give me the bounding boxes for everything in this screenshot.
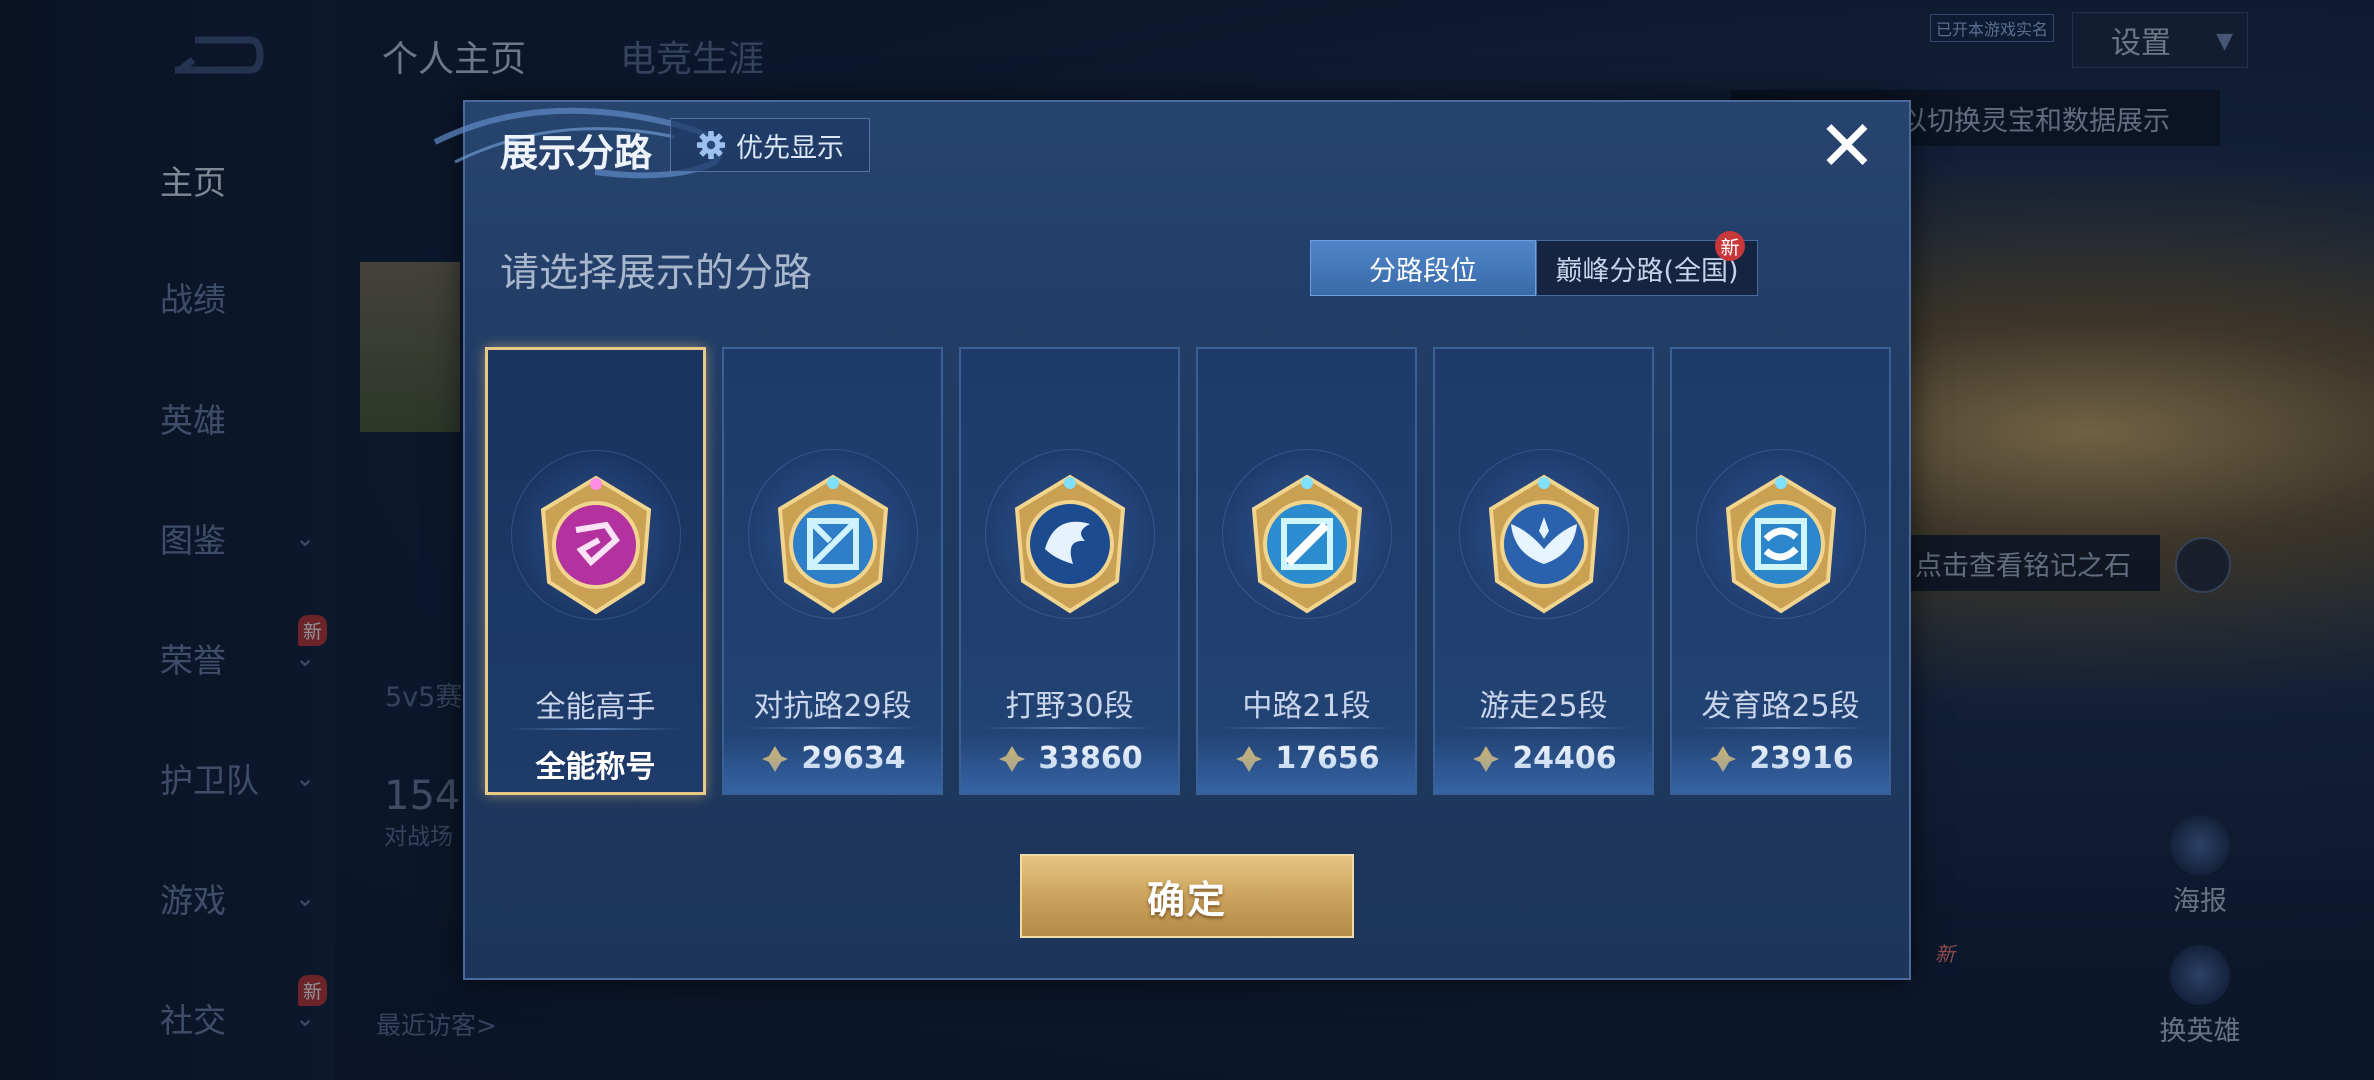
gear-icon [696,130,726,160]
lane-source-tabs: 分路段位 巅峰分路(全国) 新 [1310,231,1758,296]
roam-emblem-icon [1488,474,1599,614]
lane-card-jungle[interactable]: 打野30段 33860 [959,347,1180,795]
dialog-subtitle: 请选择展示的分路 [500,251,813,296]
confirm-label: 确定 [1146,877,1227,922]
divider [1218,727,1395,729]
farm-lane-emblem-icon [1725,474,1836,614]
new-badge: 新 [1715,231,1745,261]
all-round-emblem-icon [540,475,651,615]
lane-name: 发育路25段 [1701,689,1860,724]
tab-peak-lane-national[interactable]: 巅峰分路(全国) 新 [1536,231,1758,296]
divider [744,727,921,729]
lane-card-roam[interactable]: 游走25段 24406 [1433,347,1654,795]
divider [508,728,683,730]
tab-label: 分路段位 [1369,255,1477,287]
confirm-button[interactable]: 确定 [1020,854,1354,938]
card-glow [1198,733,1415,793]
lane-value-text: 全能称号 [535,750,656,785]
lane-name: 中路21段 [1242,689,1371,724]
close-icon[interactable]: ✕ [1815,111,1879,181]
divider [1692,727,1869,729]
card-glow [961,733,1178,793]
mid-lane-emblem-icon [1251,474,1362,614]
lane-card-list: 全能高手 全能称号 对抗路29段 29634 [485,347,1891,795]
card-glow [724,733,941,793]
lane-card-farm-lane[interactable]: 发育路25段 23916 [1670,347,1891,795]
lane-name: 对抗路29段 [753,689,912,724]
lane-name: 全能高手 [535,690,656,725]
jungle-emblem-icon [1014,474,1125,614]
lane-name: 游走25段 [1479,689,1608,724]
divider [1455,727,1632,729]
priority-display-button[interactable]: 优先显示 [670,118,870,172]
lane-name: 打野30段 [1005,689,1134,724]
card-glow [1672,733,1889,793]
divider [981,727,1158,729]
clash-lane-emblem-icon [777,474,888,614]
tab-lane-rank[interactable]: 分路段位 [1310,240,1536,296]
lane-card-mid-lane[interactable]: 中路21段 17656 [1196,347,1417,795]
lane-value: 全能称号 [488,742,703,786]
dialog-title: 展示分路 [500,131,653,175]
lane-card-clash-lane[interactable]: 对抗路29段 29634 [722,347,943,795]
priority-display-label: 优先显示 [736,132,844,164]
tab-label: 巅峰分路(全国) [1555,255,1739,287]
card-glow [1435,733,1652,793]
display-lane-dialog: 展示分路 优先显示 ✕ 请选择展示的分路 分路段位 巅峰分路(全国) 新 全能高… [433,100,1911,980]
lane-card-all-round[interactable]: 全能高手 全能称号 [485,347,706,795]
